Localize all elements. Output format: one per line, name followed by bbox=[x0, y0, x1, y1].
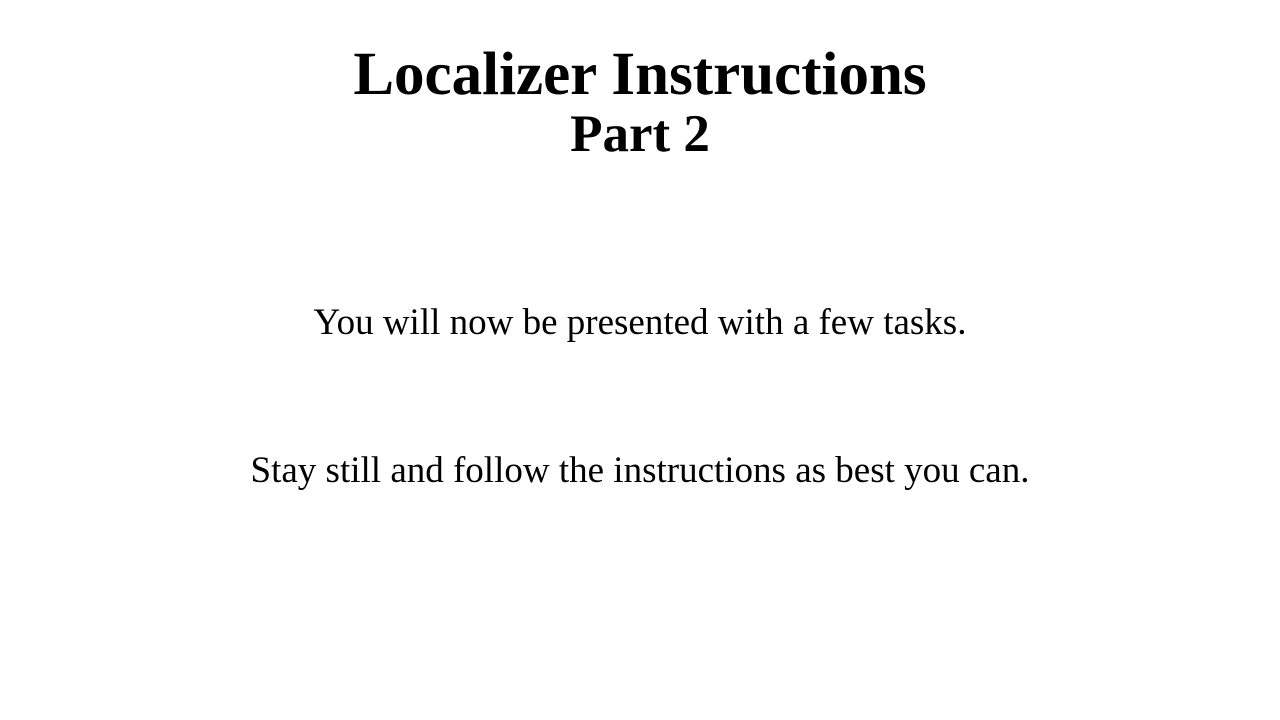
instruction-line-2: Stay still and follow the instructions a… bbox=[250, 450, 1030, 491]
instruction-screen: Localizer Instructions Part 2 You will n… bbox=[0, 0, 1280, 720]
instruction-line-1: You will now be presented with a few tas… bbox=[313, 302, 967, 343]
page-title: Localizer Instructions bbox=[353, 41, 927, 108]
page-subtitle: Part 2 bbox=[570, 105, 710, 163]
